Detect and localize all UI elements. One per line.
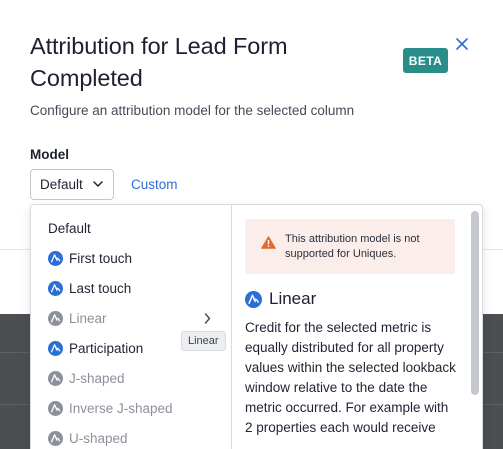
model-select[interactable]: Default [30, 169, 114, 200]
modal-title: Attribution for Lead Form Completed [30, 33, 288, 91]
attribution-icon [48, 250, 63, 266]
menu-item-label: J-shaped [69, 370, 125, 386]
menu-item-default[interactable]: Default [31, 213, 231, 243]
modal-subtitle: Configure an attribution model for the s… [30, 103, 355, 118]
model-select-value: Default [40, 177, 83, 192]
attribution-icon [48, 400, 63, 416]
attribution-icon [48, 340, 63, 356]
menu-item-j-shaped[interactable]: J-shaped [31, 363, 231, 393]
attribution-icon [48, 430, 63, 446]
menu-item-inverse-j-shaped[interactable]: Inverse J-shaped [31, 393, 231, 423]
attribution-icon [48, 280, 63, 296]
model-label: Model [30, 147, 69, 162]
beta-badge: BETA [403, 48, 448, 73]
warning-text: This attribution model is not supported … [285, 233, 420, 260]
menu-item-label: Participation [69, 340, 144, 356]
menu-item-linear[interactable]: Linear [31, 303, 231, 333]
model-detail-panel: This attribution model is not supported … [233, 205, 467, 449]
model-dropdown: Default First touch Last touch Linear Pa… [30, 204, 483, 449]
menu-item-label: Last touch [69, 280, 132, 296]
menu-item-label: Linear [69, 310, 107, 326]
detail-title: Linear [269, 289, 317, 308]
warning-icon [261, 236, 276, 249]
attribution-icon [48, 370, 63, 386]
menu-item-first-touch[interactable]: First touch [31, 243, 231, 273]
scrollbar-thumb[interactable] [471, 211, 479, 395]
close-button[interactable] [455, 37, 469, 51]
menu-item-label: Default [48, 220, 91, 236]
warning-banner: This attribution model is not supported … [245, 219, 455, 274]
close-icon [456, 38, 468, 50]
chevron-right-icon [204, 313, 211, 324]
attribution-icon [48, 310, 63, 326]
detail-scrollbar[interactable] [468, 205, 482, 449]
custom-link[interactable]: Custom [131, 177, 178, 192]
menu-item-label: First touch [69, 250, 133, 266]
detail-heading: Linear [245, 289, 316, 309]
chevron-down-icon [93, 181, 103, 187]
tooltip: Linear [181, 331, 226, 351]
model-menu: Default First touch Last touch Linear Pa… [31, 205, 232, 449]
menu-item-last-touch[interactable]: Last touch [31, 273, 231, 303]
menu-item-u-shaped[interactable]: U-shaped [31, 423, 231, 449]
attribution-icon [245, 290, 262, 308]
menu-item-label: U-shaped [69, 430, 128, 446]
detail-description: Credit for the selected metric is equall… [245, 320, 456, 435]
menu-item-label: Inverse J-shaped [69, 400, 173, 416]
